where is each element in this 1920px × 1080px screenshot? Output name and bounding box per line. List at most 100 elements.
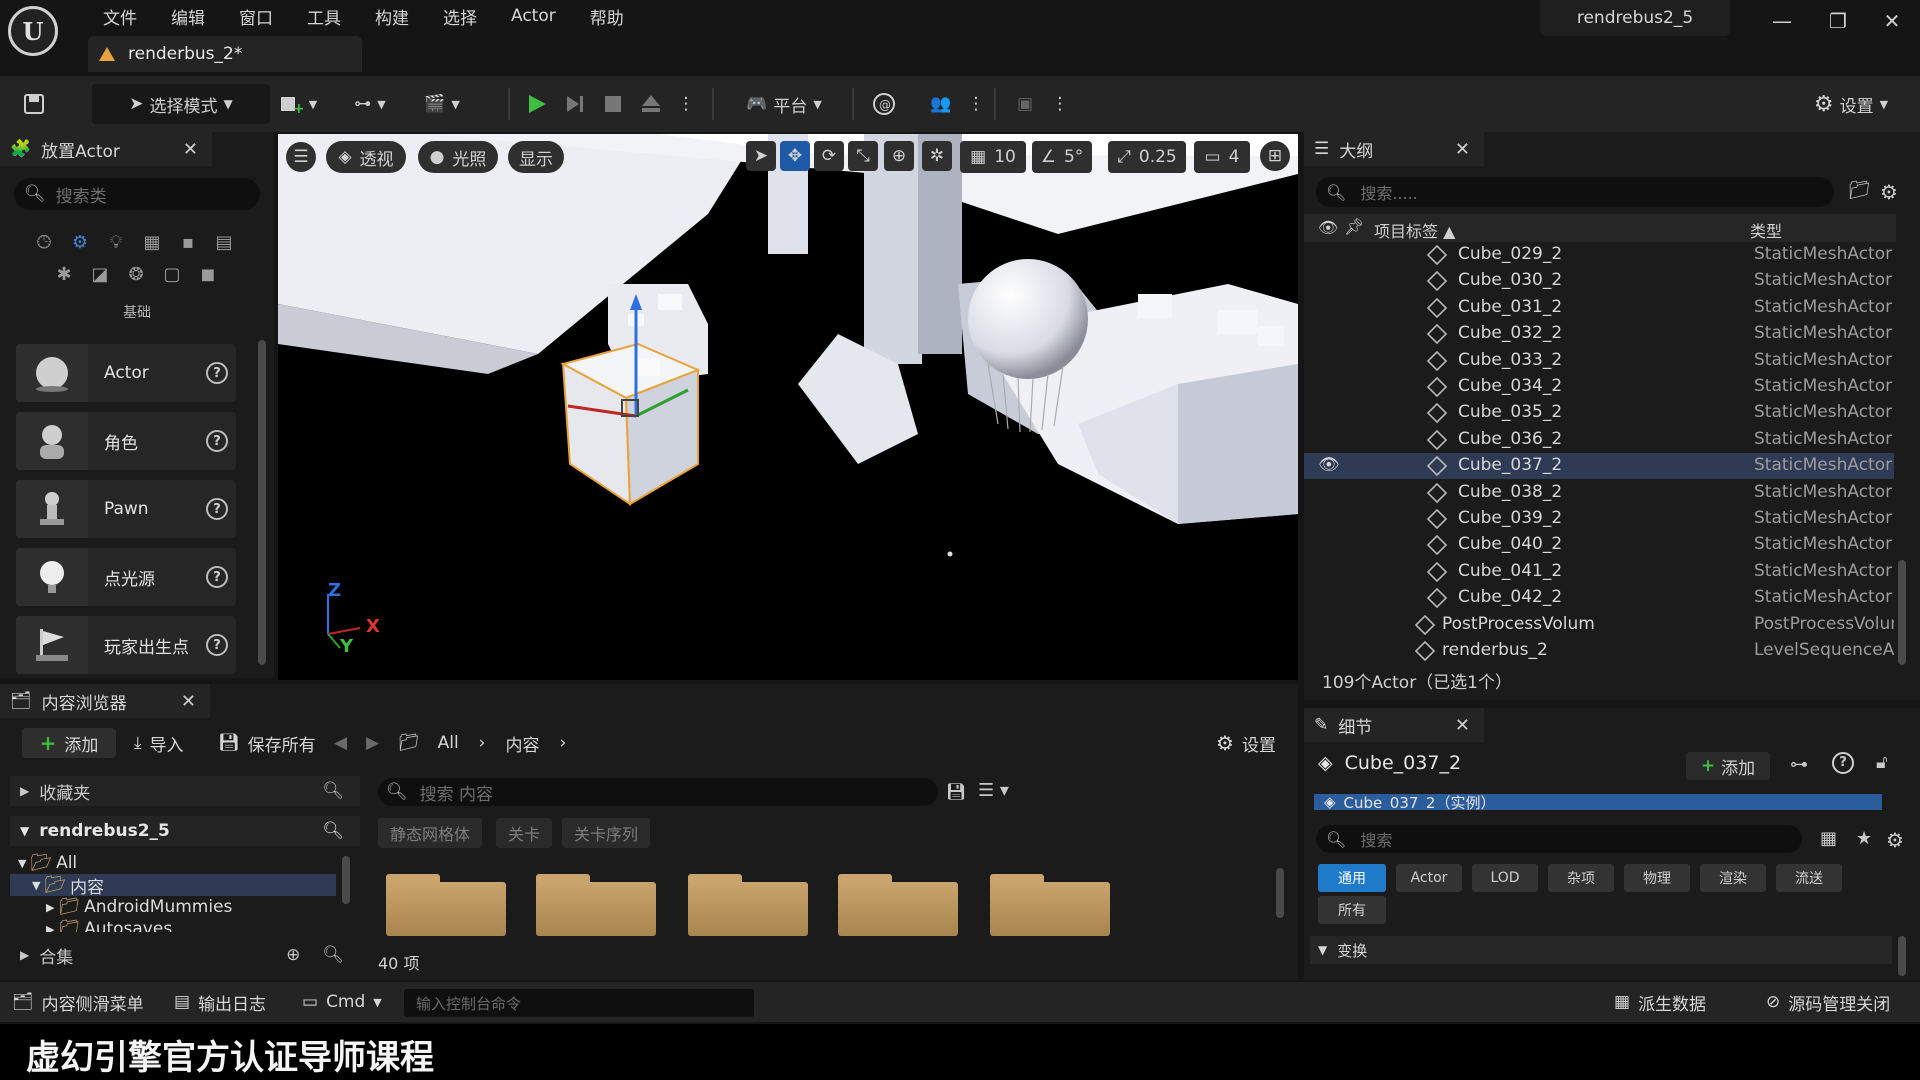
lights-icon[interactable]: 💡︎ (102, 228, 130, 256)
filter-static-mesh[interactable]: 静态网格体 (378, 818, 483, 848)
help-icon[interactable]: ? (206, 430, 228, 452)
rotate-tool-icon[interactable]: ⟳ (814, 141, 844, 171)
filter-physics[interactable]: 物理 (1624, 864, 1690, 892)
pin-icon[interactable]: 📌︎ (1344, 217, 1364, 236)
lighting-button[interactable]: ● 光照 (418, 141, 498, 173)
content-browser-tab[interactable]: 🗂︎ 内容浏览器 ✕ (0, 684, 210, 718)
menu-actor[interactable]: Actor (494, 6, 573, 26)
save-search-icon[interactable]: 💾︎ (946, 782, 966, 801)
add-component-button[interactable]: + 添加 (1686, 752, 1770, 780)
output-log-button[interactable]: ▤ 输出日志 (174, 982, 266, 1022)
console-input[interactable]: 输入控制台命令 (404, 989, 754, 1017)
multiuser-icon[interactable]: 👥 (926, 84, 956, 124)
surface-snap-icon[interactable]: ✲ (922, 141, 952, 171)
menu-tools[interactable]: 工具 (290, 4, 358, 29)
source-control-icon[interactable]: @ (870, 84, 898, 124)
tree-row[interactable]: ▼ 📂︎ All (10, 852, 340, 874)
breadcrumb-all[interactable]: All (438, 733, 459, 753)
outliner-row[interactable]: Cube_034_2 StaticMeshActor (1304, 374, 1894, 400)
platform-dropdown[interactable]: 🎮 平台 ▼ (738, 84, 830, 124)
filter-misc[interactable]: 杂项 (1548, 864, 1614, 892)
world-local-icon[interactable]: ⊕ (884, 141, 914, 171)
gear-icon[interactable]: ⚙ (1886, 828, 1904, 852)
outliner-tab[interactable]: ☰ 大纲 ✕ (1304, 132, 1484, 166)
folder-item[interactable] (536, 874, 656, 936)
table-view-icon[interactable]: ▦ (1820, 828, 1837, 849)
close-icon[interactable]: ✕ (183, 139, 198, 160)
close-icon[interactable]: ✕ (1872, 6, 1912, 36)
camera-speed-button[interactable]: ▭ 4 (1194, 141, 1250, 173)
add-collection-icon[interactable]: ⊕ (286, 945, 300, 965)
outliner-search-input[interactable]: 🔍︎ 搜索..... (1316, 177, 1834, 207)
scale-snap-button[interactable]: ⤢ 0.25 (1108, 141, 1186, 173)
filter-all[interactable]: 所有 (1318, 896, 1386, 924)
minimize-icon[interactable]: — (1762, 6, 1802, 36)
scale-tool-icon[interactable]: ⤡ (848, 141, 878, 171)
stop-icon[interactable] (598, 84, 628, 124)
rotation-snap-button[interactable]: ∠ 5° (1032, 141, 1092, 173)
restore-icon[interactable]: ❐ (1818, 6, 1858, 36)
move-tool-icon[interactable]: ✥ (780, 141, 810, 171)
outliner-row[interactable]: Cube_035_2 StaticMeshActor (1304, 400, 1894, 426)
content-settings-button[interactable]: ⚙ 设置 (1216, 728, 1276, 758)
add-button[interactable]: + 添加 (22, 728, 116, 758)
star-icon[interactable]: ★ (1856, 828, 1872, 849)
outliner-row[interactable]: Cube_041_2 StaticMeshActor (1304, 559, 1894, 585)
scrollbar[interactable] (1276, 868, 1284, 918)
outliner-row[interactable]: Cube_032_2 StaticMeshActor (1304, 321, 1894, 347)
tree-row[interactable]: ▼ 📂︎ 内容 (10, 874, 336, 898)
blueprint-icon[interactable]: ⊶ (1790, 754, 1808, 775)
folder-item[interactable] (838, 874, 958, 936)
perspective-button[interactable]: ◈ 透视 (326, 141, 406, 173)
recent-icon[interactable]: 🕒︎ (30, 228, 58, 256)
filter-rendering[interactable]: 渲染 (1700, 864, 1766, 892)
filter-general[interactable]: 通用 (1318, 864, 1386, 892)
details-search-input[interactable]: 🔍︎ 搜索 (1316, 825, 1802, 853)
visual-effects-icon[interactable]: ▤ (210, 228, 238, 256)
outliner-row[interactable]: Cube_040_2 StaticMeshActor (1304, 532, 1894, 558)
unreal-logo-icon[interactable]: U (8, 6, 58, 56)
menu-file[interactable]: 文件 (86, 4, 154, 29)
add-folder-icon[interactable]: 📁︎ (1848, 180, 1871, 201)
menu-build[interactable]: 构建 (358, 4, 426, 29)
project-section[interactable]: ▼ rendrebus2_5 🔍︎ (10, 816, 360, 846)
content-search-input[interactable]: 🔍︎ 搜索 内容 (378, 778, 938, 806)
search-icon[interactable]: 🔍︎ (322, 821, 344, 841)
outliner-row[interactable]: PostProcessVolum PostProcessVolum (1304, 612, 1894, 638)
scrollbar[interactable] (1898, 560, 1906, 665)
breadcrumb-content[interactable]: 内容 (505, 731, 539, 756)
actor-item[interactable]: 角色 ? (16, 412, 236, 470)
grid-snap-button[interactable]: ▦ 10 (960, 141, 1026, 173)
filter-level[interactable]: 关卡 (496, 818, 553, 848)
filter-actor[interactable]: Actor (1396, 864, 1462, 892)
actor-item[interactable]: 点光源 ? (16, 548, 236, 606)
help-icon[interactable]: ? (206, 362, 228, 384)
filter-streaming[interactable]: 流送 (1776, 864, 1842, 892)
folder-item[interactable] (386, 874, 506, 936)
packaging-icon[interactable]: ▣ (1010, 84, 1040, 124)
blueprint-icon[interactable]: ⊶ ▼ (344, 84, 396, 124)
outliner-row[interactable]: Cube_038_2 StaticMeshActor (1304, 480, 1894, 506)
cinematics-icon[interactable]: 🎬 ▼ (416, 84, 468, 124)
menu-edit[interactable]: 编辑 (154, 4, 222, 29)
shapes-icon[interactable]: ▦ (138, 228, 166, 256)
play-options-icon[interactable]: ⋮ (678, 84, 695, 124)
eject-icon[interactable] (636, 84, 666, 124)
transform-section[interactable]: ▼ 变换 (1310, 936, 1892, 964)
volumes-icon[interactable]: ✱ (50, 260, 78, 288)
outliner-row[interactable]: Cube_031_2 StaticMeshActor (1304, 295, 1894, 321)
cinematic-icon[interactable]: ▪ (174, 228, 202, 256)
save-icon[interactable] (16, 84, 52, 124)
step-icon[interactable] (560, 84, 590, 124)
column-item-label[interactable]: 项目标签 ▲ (1374, 218, 1455, 242)
cmd-dropdown[interactable]: ▭ Cmd ▼ (302, 982, 382, 1022)
visibility-icon[interactable]: 👁︎ (1318, 218, 1338, 237)
collections-section[interactable]: ▶ 合集 ⊕ 🔍︎ (10, 940, 360, 970)
filter-level-sequence[interactable]: 关卡序列 (562, 818, 651, 848)
close-icon[interactable]: ✕ (1455, 715, 1470, 736)
scrollbar[interactable] (1898, 936, 1906, 976)
basic-icon[interactable]: ⚙ (66, 228, 94, 256)
menu-select[interactable]: 选择 (426, 4, 494, 29)
forward-icon[interactable]: ▶ (366, 728, 379, 758)
search-icon[interactable]: 🔍︎ (322, 781, 344, 801)
